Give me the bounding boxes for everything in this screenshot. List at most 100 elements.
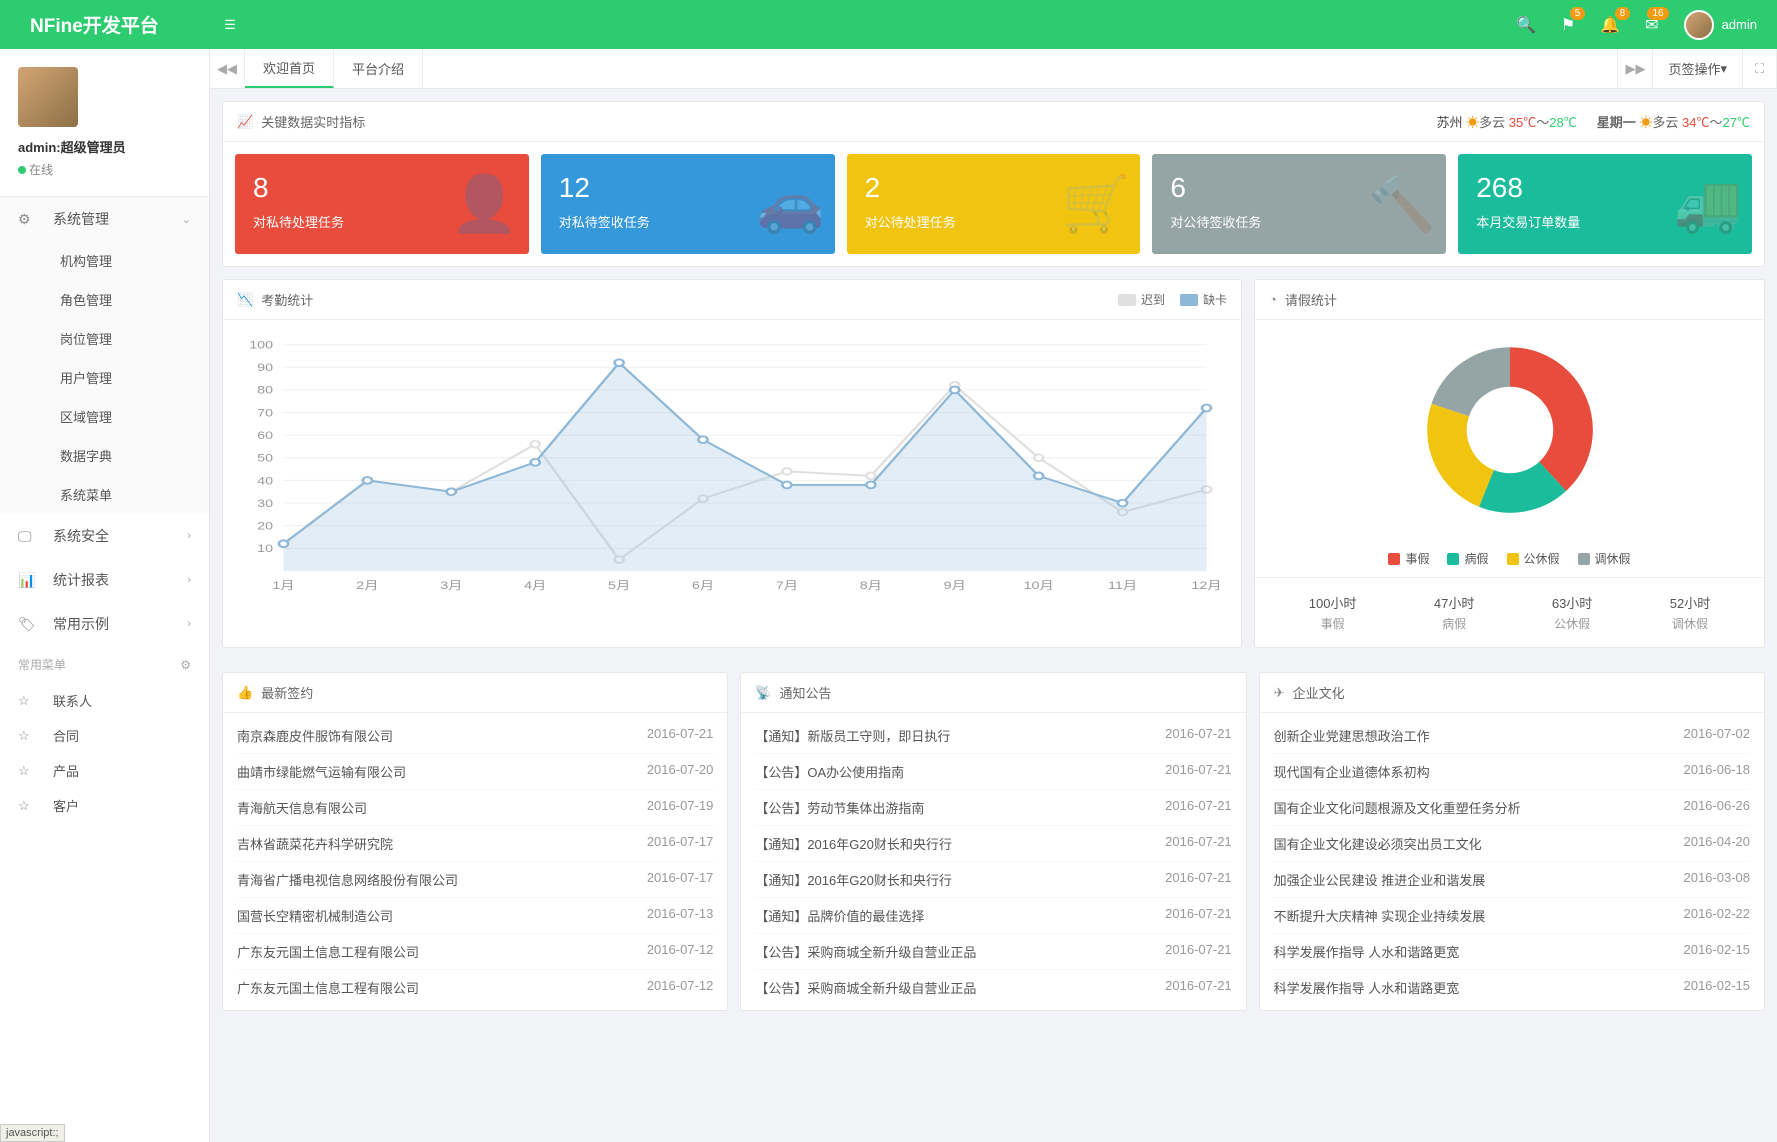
star-icon: ☆ <box>18 798 38 814</box>
chart-line-icon: 📈 <box>237 114 253 130</box>
list-item[interactable]: 曲靖市绿能燃气运输有限公司2016-07-20 <box>237 754 713 790</box>
tab-intro[interactable]: 平台介绍 <box>334 49 423 88</box>
submenu-item[interactable]: 机构管理 <box>0 241 209 280</box>
list-item[interactable]: 【公告】采购商城全新升级自营业正品2016-07-21 <box>755 970 1231 1005</box>
notices-panel: 📡通知公告 【通知】新版员工守则，即日执行2016-07-21【公告】OA办公使… <box>740 672 1246 1011</box>
list-item[interactable]: 青海省广播电视信息网络股份有限公司2016-07-17 <box>237 862 713 898</box>
legend-item[interactable]: 事假 <box>1388 550 1429 567</box>
menu-system-mgmt[interactable]: ⚙ 系统管理 ⌄ <box>0 197 209 241</box>
svg-text:80: 80 <box>257 384 273 396</box>
list-item[interactable]: 【公告】OA办公使用指南2016-07-21 <box>755 754 1231 790</box>
submenu-item[interactable]: 系统菜单 <box>0 475 209 514</box>
tag-icon: 🏷 <box>18 616 38 633</box>
favorite-item[interactable]: ☆联系人 <box>0 683 209 718</box>
list-item[interactable]: 国有企业文化建设必须突出员工文化2016-04-20 <box>1274 826 1750 862</box>
donut-stat: 63小时公休假 <box>1552 593 1592 632</box>
legend-late[interactable]: 迟到 <box>1118 291 1165 308</box>
panel-title: 请假统计 <box>1285 290 1337 309</box>
chevron-down-icon: ⌄ <box>182 213 191 226</box>
gear-icon[interactable]: ⚙ <box>180 658 191 672</box>
svg-text:3月: 3月 <box>440 580 462 592</box>
user-name: admin:超级管理员 <box>18 137 191 156</box>
star-icon: ☆ <box>18 763 38 779</box>
legend-item[interactable]: 调休假 <box>1578 550 1631 567</box>
sidebar-toggle[interactable]: ☰ <box>210 17 250 33</box>
panel-title: 考勤统计 <box>261 290 313 309</box>
menu-stats[interactable]: 📊 统计报表 › <box>0 558 209 602</box>
svg-text:5月: 5月 <box>608 580 630 592</box>
legend-item[interactable]: 公休假 <box>1507 550 1560 567</box>
tab-bar: ◀◀ 欢迎首页 平台介绍 ▶▶ 页签操作 ▾ ⛶ <box>210 49 1777 89</box>
weather-bar: 苏州 ☀多云 35℃～28℃ 星期一 ☀多云 34℃～27℃ <box>1437 112 1751 131</box>
menu-system-security[interactable]: 🖵 系统安全 › <box>0 514 209 558</box>
search-icon[interactable]: 🔍 <box>1516 15 1536 35</box>
list-item[interactable]: 国有企业文化问题根源及文化重塑任务分析2016-06-26 <box>1274 790 1750 826</box>
legend-item[interactable]: 病假 <box>1447 550 1488 567</box>
list-item[interactable]: 不断提升大庆精神 实现企业持续发展2016-02-22 <box>1274 898 1750 934</box>
svg-text:100: 100 <box>249 339 273 351</box>
avatar-large <box>18 67 78 127</box>
svg-text:7月: 7月 <box>776 580 798 592</box>
user-status: 在线 <box>18 161 191 178</box>
list-item[interactable]: 国营长空精密机械制造公司2016-07-13 <box>237 898 713 934</box>
list-item[interactable]: 【通知】品牌价值的最佳选择2016-07-21 <box>755 898 1231 934</box>
stat-card[interactable]: 8对私待处理任务👤 <box>235 154 529 254</box>
svg-text:40: 40 <box>257 475 273 487</box>
user-panel: admin:超级管理员 在线 <box>0 49 209 197</box>
tab-operations[interactable]: 页签操作 ▾ <box>1652 49 1742 88</box>
fullscreen-icon[interactable]: ⛶ <box>1742 49 1777 88</box>
list-item[interactable]: 现代国有企业道德体系初构2016-06-18 <box>1274 754 1750 790</box>
status-link: javascript:; <box>0 1124 65 1142</box>
list-item[interactable]: 青海航天信息有限公司2016-07-19 <box>237 790 713 826</box>
favorite-item[interactable]: ☆产品 <box>0 753 209 788</box>
avatar <box>1684 10 1714 40</box>
svg-text:1月: 1月 <box>272 580 294 592</box>
stat-card[interactable]: 12对私待签收任务🚗 <box>541 154 835 254</box>
list-item[interactable]: 【通知】新版员工守则，即日执行2016-07-21 <box>755 718 1231 754</box>
stat-card[interactable]: 2对公待处理任务🛒 <box>847 154 1141 254</box>
user-menu[interactable]: admin <box>1684 10 1757 40</box>
list-item[interactable]: 【通知】2016年G20财长和央行行2016-07-21 <box>755 826 1231 862</box>
submenu-item[interactable]: 区域管理 <box>0 397 209 436</box>
legend-missing[interactable]: 缺卡 <box>1180 291 1227 308</box>
submenu-item[interactable]: 岗位管理 <box>0 319 209 358</box>
list-item[interactable]: 广东友元国土信息工程有限公司2016-07-12 <box>237 970 713 1005</box>
list-item[interactable]: 南京森鹿皮件服饰有限公司2016-07-21 <box>237 718 713 754</box>
list-item[interactable]: 【通知】2016年G20财长和央行行2016-07-21 <box>755 862 1231 898</box>
bell-icon[interactable]: 🔔8 <box>1600 15 1620 35</box>
svg-text:8月: 8月 <box>860 580 882 592</box>
mail-icon[interactable]: ✉16 <box>1645 15 1658 35</box>
leave-panel: ◔ 请假统计 事假病假公休假调休假 100小时事假47小时病假63小时公休假52… <box>1254 279 1765 648</box>
list-item[interactable]: 广东友元国土信息工程有限公司2016-07-12 <box>237 934 713 970</box>
list-item[interactable]: 科学发展作指导 人水和谐路更宽2016-02-15 <box>1274 934 1750 970</box>
list-item[interactable]: 科学发展作指导 人水和谐路更宽2016-02-15 <box>1274 970 1750 1005</box>
submenu-item[interactable]: 用户管理 <box>0 358 209 397</box>
svg-text:10月: 10月 <box>1024 580 1054 592</box>
list-item[interactable]: 创新企业党建思想政治工作2016-07-02 <box>1274 718 1750 754</box>
chevron-right-icon: › <box>187 530 191 542</box>
stat-card[interactable]: 6对公待签收任务🔨 <box>1152 154 1446 254</box>
list-item[interactable]: 吉林省蔬菜花卉科学研究院2016-07-17 <box>237 826 713 862</box>
tab-prev[interactable]: ◀◀ <box>210 49 245 88</box>
chart-icon: 📊 <box>18 572 38 589</box>
rss-icon: 📡 <box>755 685 771 701</box>
submenu-item[interactable]: 数据字典 <box>0 436 209 475</box>
list-item[interactable]: 加强企业公民建设 推进企业和谐发展2016-03-08 <box>1274 862 1750 898</box>
favorite-item[interactable]: ☆合同 <box>0 718 209 753</box>
list-item[interactable]: 【公告】劳动节集体出游指南2016-07-21 <box>755 790 1231 826</box>
submenu-item[interactable]: 角色管理 <box>0 280 209 319</box>
donut-stat: 52小时调休假 <box>1670 593 1710 632</box>
donut-stat: 100小时事假 <box>1309 593 1357 632</box>
menu-examples[interactable]: 🏷 常用示例 › <box>0 602 209 646</box>
flag-icon[interactable]: ⚑5 <box>1561 15 1575 35</box>
favorite-item[interactable]: ☆客户 <box>0 788 209 823</box>
donut-stat: 47小时病假 <box>1434 593 1474 632</box>
tab-next[interactable]: ▶▶ <box>1617 49 1652 88</box>
leave-donut <box>1255 320 1764 540</box>
list-item[interactable]: 【公告】采购商城全新升级自营业正品2016-07-21 <box>755 934 1231 970</box>
panel-title: 关键数据实时指标 <box>261 112 365 131</box>
username: admin <box>1722 17 1757 32</box>
svg-text:11月: 11月 <box>1108 580 1137 592</box>
tab-home[interactable]: 欢迎首页 <box>245 49 334 88</box>
stat-card[interactable]: 268本月交易订单数量🚚 <box>1458 154 1752 254</box>
